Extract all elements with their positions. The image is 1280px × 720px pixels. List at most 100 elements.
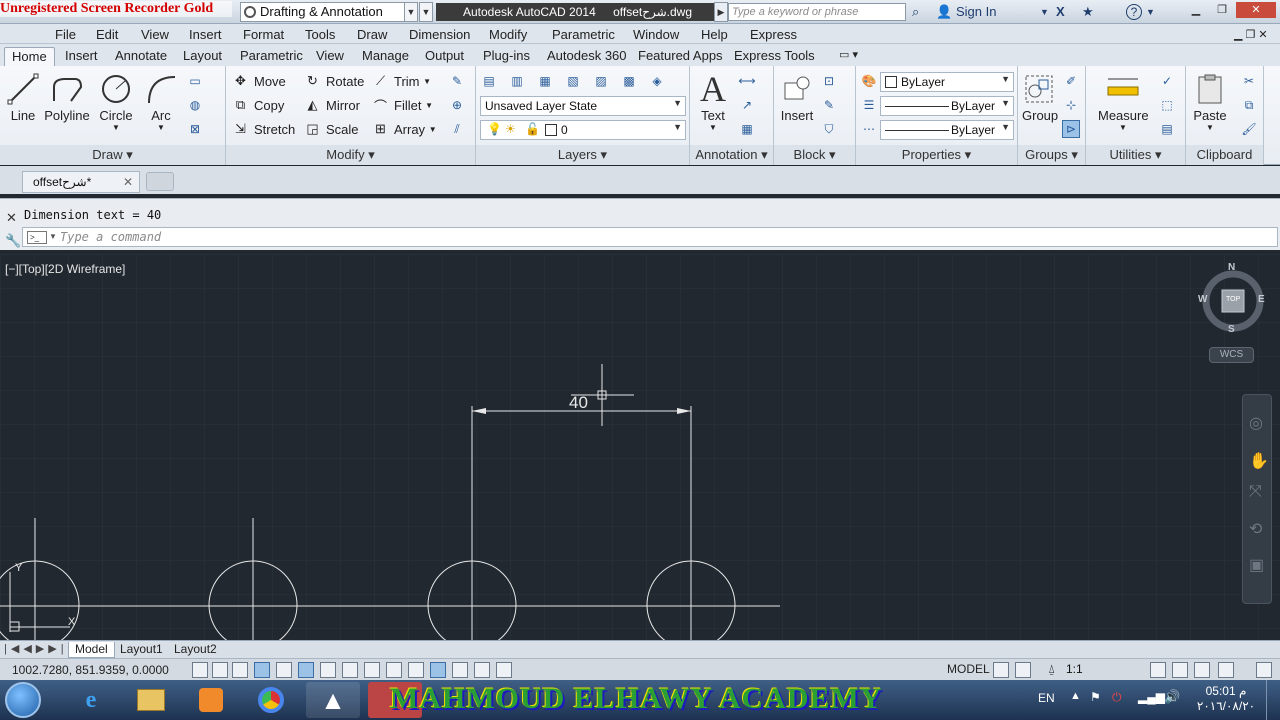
mirror-button[interactable]: ◭ Mirror bbox=[304, 95, 360, 115]
arc-button[interactable]: Arc ▼ bbox=[144, 72, 178, 132]
scale-button[interactable]: ◲ Scale bbox=[304, 119, 358, 139]
arc-dropdown-icon[interactable]: ▼ bbox=[144, 123, 178, 132]
leader-icon[interactable]: ↗ bbox=[738, 96, 756, 114]
dynamic-ucs-icon[interactable] bbox=[364, 662, 380, 678]
coordinates-readout[interactable]: 1002.7280, 851.9359, 0.0000 bbox=[12, 663, 169, 677]
model-space-toggle[interactable]: MODEL bbox=[947, 662, 990, 676]
close-icon[interactable]: ✕ bbox=[1236, 2, 1276, 18]
quick-properties-icon[interactable] bbox=[452, 662, 468, 678]
layer-freeze-icon[interactable]: ▧ bbox=[564, 72, 582, 90]
measure-button[interactable]: Measure ▼ bbox=[1098, 72, 1149, 132]
menu-modify[interactable]: Modify bbox=[489, 27, 527, 42]
wcs-menu[interactable]: WCS bbox=[1209, 347, 1254, 363]
help-dropdown-icon[interactable]: ▼ bbox=[1146, 7, 1155, 17]
trim-button[interactable]: ⟋ Trim ▼ bbox=[372, 71, 431, 91]
insert-block-button[interactable]: Insert bbox=[780, 72, 814, 123]
close-tab-icon[interactable]: ✕ bbox=[123, 175, 133, 189]
star-icon[interactable]: ★ bbox=[1082, 4, 1094, 20]
hatch-icon[interactable]: ◍ bbox=[186, 96, 204, 114]
wrench-icon[interactable]: 🔧 bbox=[5, 233, 21, 249]
circle-button[interactable]: Circle ▼ bbox=[98, 72, 134, 132]
cut-icon[interactable]: ✂ bbox=[1240, 72, 1258, 90]
menu-parametric[interactable]: Parametric bbox=[552, 27, 615, 42]
exchange-icon[interactable]: X bbox=[1056, 4, 1065, 19]
close-icon[interactable]: ✕ bbox=[6, 210, 17, 226]
draw-panel-title[interactable]: Draw ▾ bbox=[0, 145, 225, 165]
rectangle-icon[interactable]: ▭ bbox=[186, 72, 204, 90]
media-player-icon[interactable] bbox=[184, 682, 238, 718]
annotation-scale[interactable]: 1:1 bbox=[1066, 662, 1083, 676]
tab-parametric[interactable]: Parametric bbox=[233, 47, 310, 66]
polar-tracking-icon[interactable] bbox=[276, 662, 292, 678]
tray-arrow-icon[interactable]: ▲ bbox=[1070, 690, 1081, 702]
stretch-button[interactable]: ⇲ Stretch bbox=[232, 119, 295, 139]
region-icon[interactable]: ⊠ bbox=[186, 120, 204, 138]
rotate-button[interactable]: ↻ Rotate bbox=[304, 71, 364, 91]
annotation-monitor-icon[interactable] bbox=[496, 662, 512, 678]
menu-draw[interactable]: Draw bbox=[357, 27, 387, 42]
array-button[interactable]: ⊞ Array ▼ bbox=[372, 119, 437, 139]
select-similar-icon[interactable]: ⬚ bbox=[1158, 96, 1176, 114]
menu-tools[interactable]: Tools bbox=[305, 27, 335, 42]
workspace-dropdown-button[interactable]: ▼ bbox=[404, 2, 418, 22]
layer-previous-icon[interactable]: ◈ bbox=[648, 72, 666, 90]
flag-icon[interactable]: ⚑ bbox=[1090, 690, 1101, 704]
volume-icon[interactable]: 🔊 bbox=[1164, 689, 1180, 705]
text-button[interactable]: A Text ▼ bbox=[696, 69, 730, 132]
compass-west[interactable]: W bbox=[1198, 294, 1207, 305]
hardware-acceleration-icon[interactable] bbox=[1194, 662, 1210, 678]
command-input[interactable]: >_ ▼ Type a command bbox=[22, 227, 1278, 247]
pan-icon[interactable]: ✋ bbox=[1249, 451, 1269, 471]
menu-dimension[interactable]: Dimension bbox=[409, 27, 470, 42]
grid-display-icon[interactable] bbox=[232, 662, 248, 678]
selection-cycling-icon[interactable] bbox=[474, 662, 490, 678]
block-panel-title[interactable]: Block ▾ bbox=[774, 145, 855, 165]
title-arrow-button[interactable]: ▶ bbox=[714, 2, 728, 22]
create-block-icon[interactable]: ⊡ bbox=[820, 72, 838, 90]
match-properties-icon[interactable]: 🎨 bbox=[860, 72, 878, 90]
menu-edit[interactable]: Edit bbox=[96, 27, 118, 42]
polyline-button[interactable]: Polyline bbox=[44, 72, 90, 123]
layer-lock-icon[interactable]: ▨ bbox=[592, 72, 610, 90]
copy-button[interactable]: ⧉ Copy bbox=[232, 95, 285, 115]
circle-dropdown-icon[interactable]: ▼ bbox=[98, 123, 134, 132]
erase-icon[interactable]: ✎ bbox=[448, 72, 466, 90]
viewcube[interactable]: N S E W TOP bbox=[1198, 262, 1266, 336]
ungroup-icon[interactable]: ✐ bbox=[1062, 72, 1080, 90]
explode-icon[interactable]: ⊕ bbox=[448, 96, 466, 114]
chrome-icon[interactable] bbox=[244, 682, 298, 718]
tab-view[interactable]: View bbox=[309, 47, 351, 66]
calculator-icon[interactable]: ▤ bbox=[1158, 120, 1176, 138]
utilities-panel-title[interactable]: Utilities ▾ bbox=[1086, 145, 1185, 165]
infer-constraints-icon[interactable] bbox=[192, 662, 208, 678]
start-button[interactable] bbox=[5, 682, 41, 718]
explorer-icon[interactable] bbox=[124, 682, 178, 718]
linear-dimension-icon[interactable]: ⟷ bbox=[738, 72, 756, 90]
menu-express[interactable]: Express bbox=[750, 27, 797, 42]
viewport-controls[interactable]: [−][Top][2D Wireframe] bbox=[5, 262, 125, 276]
workspace-selector[interactable]: Drafting & Annotation bbox=[240, 2, 416, 22]
layer-state-select[interactable]: Unsaved Layer State ▼ bbox=[480, 96, 686, 116]
lineweight-toggle-icon[interactable] bbox=[408, 662, 424, 678]
system-clock[interactable]: 05:01 م ٢٠١٦/٠٨/٢٠ bbox=[1195, 684, 1257, 714]
match-props-clip-icon[interactable]: 🖌 bbox=[1240, 120, 1258, 138]
menu-format[interactable]: Format bbox=[243, 27, 284, 42]
ortho-mode-icon[interactable] bbox=[254, 662, 270, 678]
language-indicator[interactable]: EN bbox=[1038, 691, 1055, 705]
showmotion-icon[interactable]: ▣ bbox=[1249, 555, 1264, 575]
fillet-button[interactable]: ⌒ Fillet ▼ bbox=[372, 95, 433, 115]
tab-model[interactable]: Model bbox=[68, 642, 115, 658]
dimension-text[interactable]: 40 bbox=[569, 393, 588, 413]
command-prompt-icon[interactable]: >_ bbox=[27, 231, 47, 244]
recent-commands-icon[interactable]: ▼ bbox=[49, 232, 57, 241]
linetype-select[interactable]: ByLayer ▼ bbox=[880, 96, 1014, 116]
layer-select[interactable]: 💡 ☀ 🔓 0 ▼ bbox=[480, 120, 686, 140]
object-snap-icon[interactable] bbox=[298, 662, 314, 678]
tab-autodesk-360[interactable]: Autodesk 360 bbox=[540, 47, 634, 66]
tab-home[interactable]: Home bbox=[4, 47, 55, 66]
quick-select-icon[interactable]: ✓ bbox=[1158, 72, 1176, 90]
snap-mode-icon[interactable] bbox=[212, 662, 228, 678]
help-icon[interactable]: ? bbox=[1126, 4, 1142, 20]
layers-panel-title[interactable]: Layers ▾ bbox=[476, 145, 689, 165]
block-attribute-icon[interactable]: ⛉ bbox=[820, 120, 838, 138]
